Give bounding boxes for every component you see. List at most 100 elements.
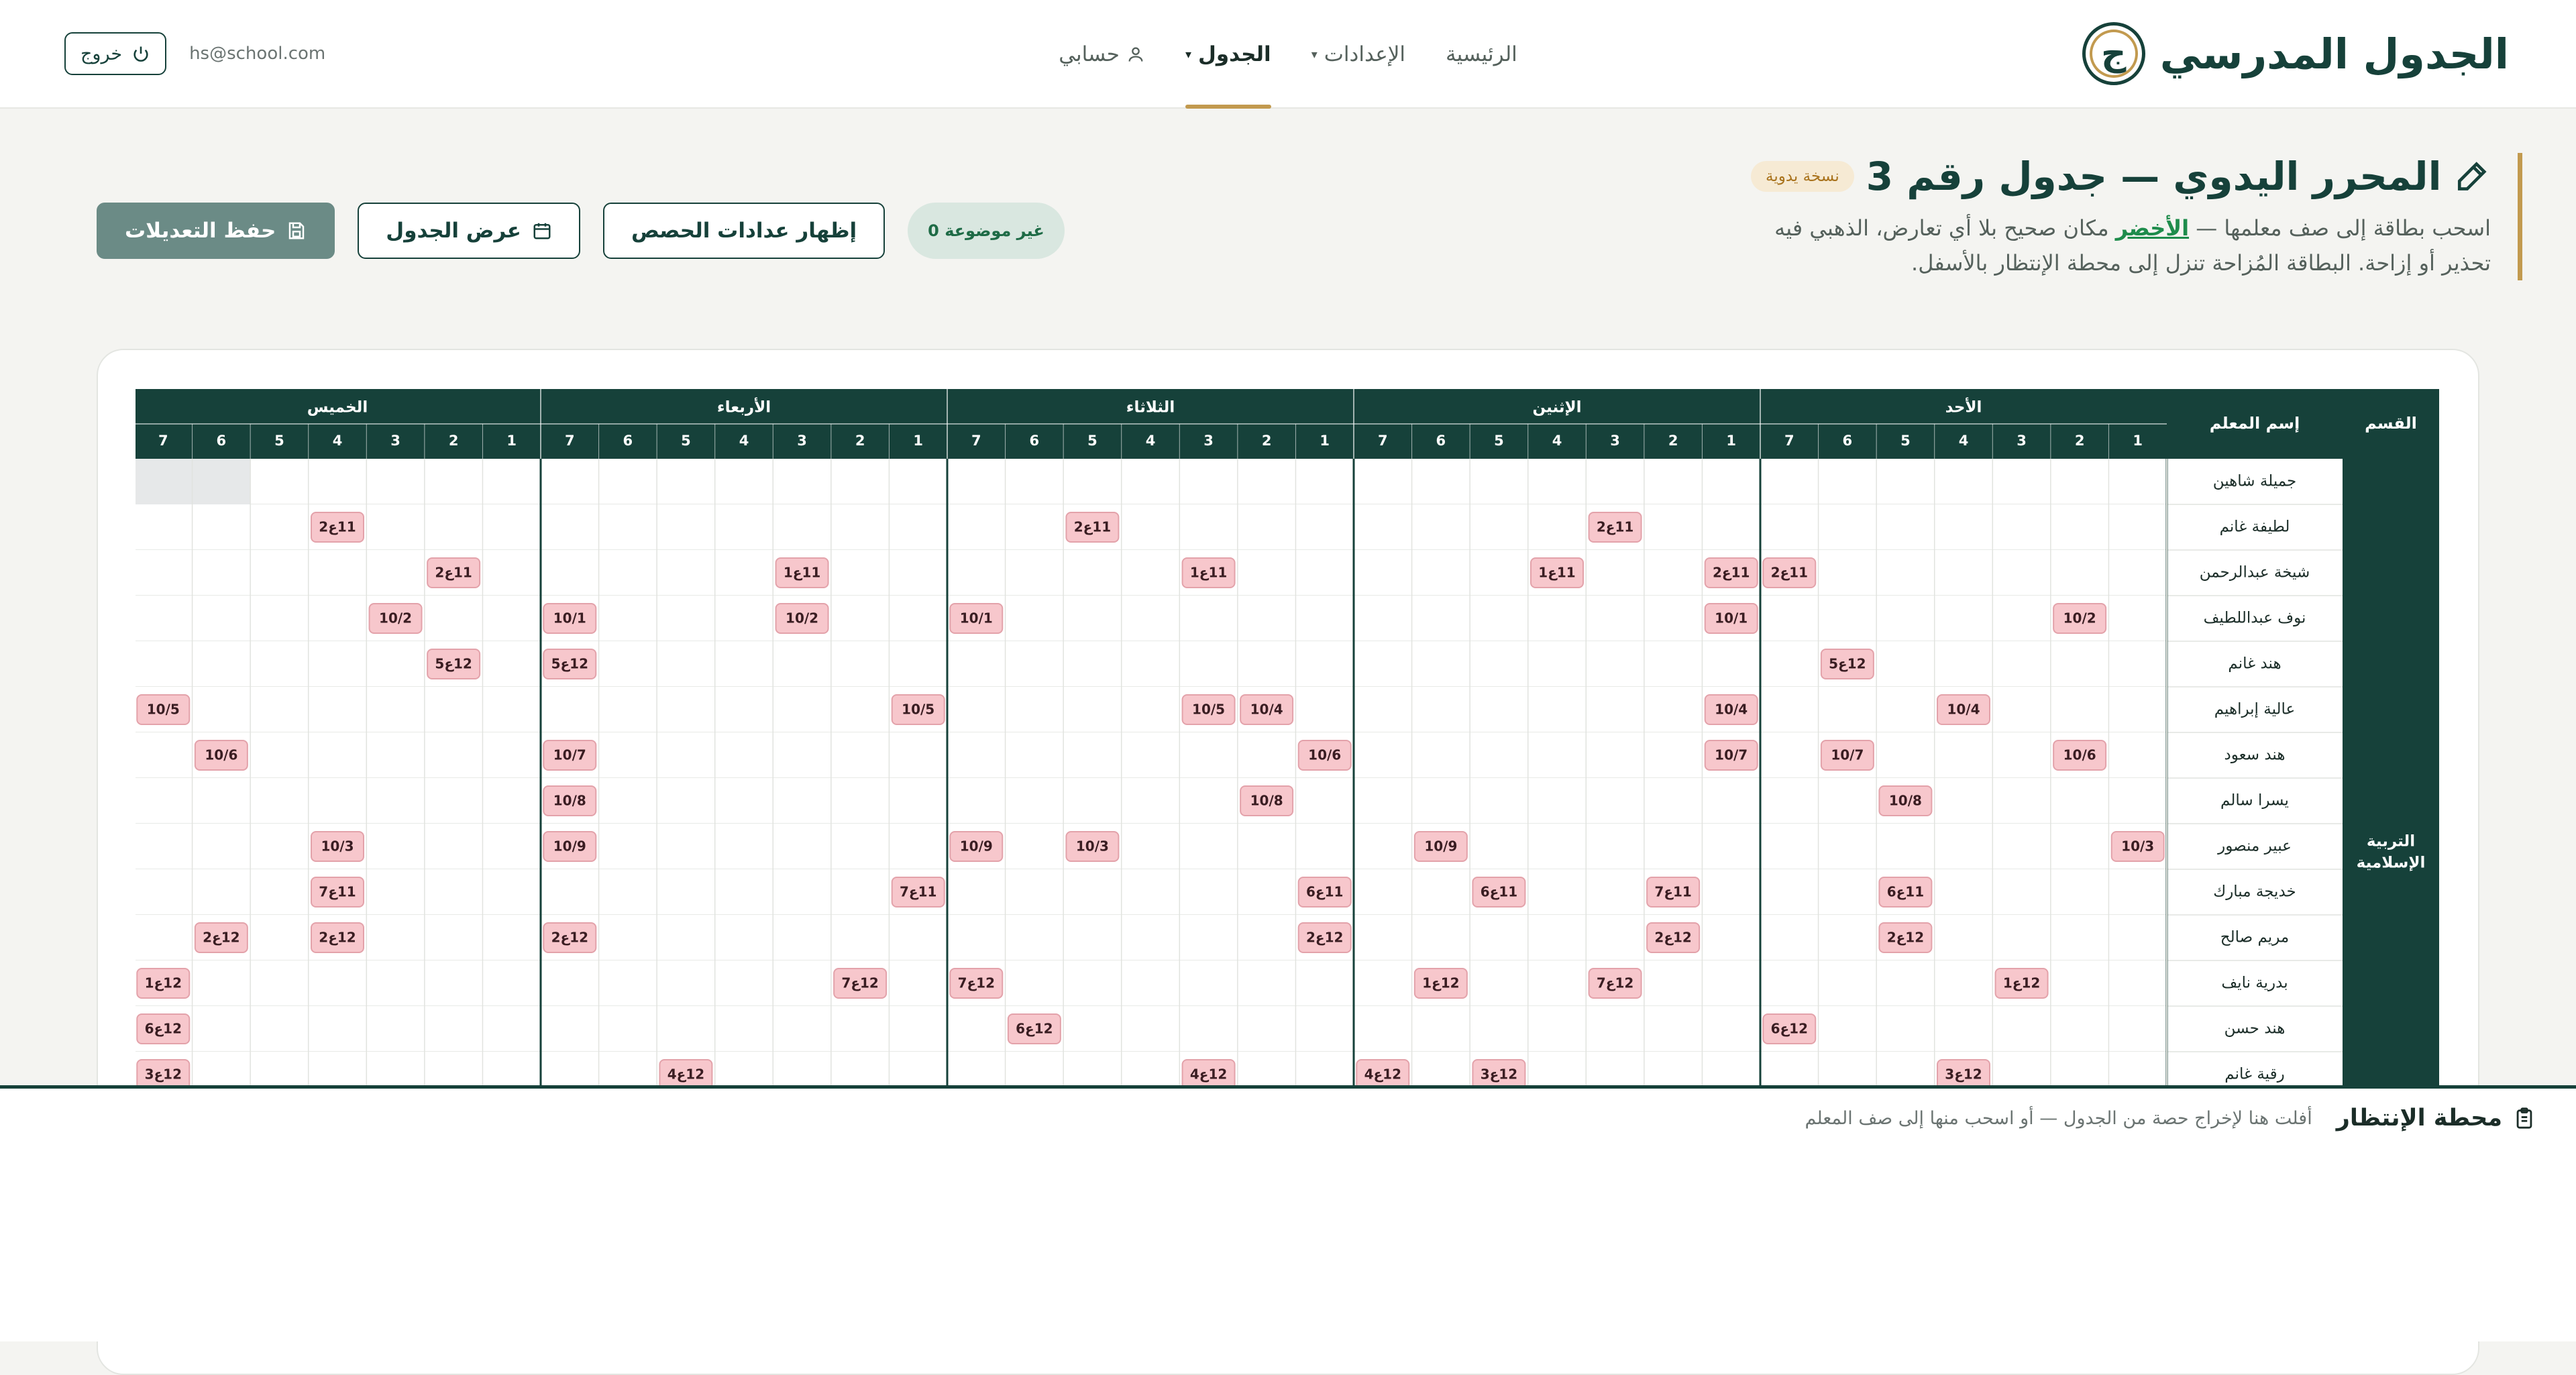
class-card-label: 10/6 (1308, 747, 1341, 763)
teacher-name: لطيفة غانم (2220, 518, 2290, 536)
class-card-label: 12ع4 (1364, 1066, 1401, 1083)
page-title: المحرر اليدوي — جدول رقم 3 (1866, 154, 2442, 199)
period-header: 1 (1726, 433, 1736, 449)
nav-settings[interactable]: الإعدادات ▾ (1311, 0, 1405, 109)
class-card-label: 12ع2 (319, 930, 356, 946)
class-card-label: 12ع3 (145, 1066, 182, 1083)
editor-header: المحرر اليدوي — جدول رقم 3 نسخة يدوية اس… (1751, 153, 2522, 280)
class-card-label: 10/1 (1715, 610, 1748, 626)
class-card-label: 10/5 (147, 702, 180, 718)
department-column (2343, 389, 2439, 1087)
class-card-label: 10/4 (1250, 702, 1283, 718)
class-card-label: 12ع7 (841, 975, 878, 991)
class-card-label: 10/6 (2063, 747, 2096, 763)
day-header: الأحد (1945, 397, 1982, 417)
nav-schedule[interactable]: الجدول ▾ (1185, 0, 1271, 109)
class-card-label: 12ع7 (1597, 975, 1633, 991)
teacher-name: هند سعود (2224, 747, 2286, 764)
power-icon (133, 46, 148, 62)
teacher-name: بدرية نايف (2221, 975, 2288, 992)
table-row (136, 504, 2167, 550)
class-card-label: 11ع2 (435, 565, 472, 581)
teacher-name: رقية غانم (2224, 1066, 2284, 1083)
class-card-label: 12ع7 (958, 975, 995, 991)
waiting-station[interactable]: محطة الإنتظار أفلت هنا لإخراج حصة من الج… (0, 1085, 2576, 1341)
instructions-green-word: الأخضر (2115, 215, 2190, 241)
class-card-label: 10/4 (1947, 702, 1980, 718)
save-icon (289, 222, 305, 239)
pencil-icon (2458, 162, 2487, 190)
app-logo[interactable]: الجدول المدرسي ج (2082, 20, 2509, 87)
logout-button[interactable]: خروج (64, 32, 167, 75)
save-changes-button[interactable]: حفظ التعديلات (97, 203, 335, 259)
class-card-label: 10/5 (1192, 702, 1225, 718)
period-header: 2 (855, 433, 865, 449)
class-card-label: 12ع2 (1654, 930, 1691, 946)
department-name: الإسلامية (2357, 855, 2426, 872)
waiting-station-title: محطة الإنتظار (2336, 1105, 2502, 1132)
period-header: 7 (1784, 433, 1794, 449)
save-changes-label: حفظ التعديلات (125, 219, 276, 243)
period-header: 4 (739, 433, 749, 449)
day-header: الثلاثاء (1126, 399, 1175, 417)
blocked-cell (192, 459, 251, 504)
class-card-label: 10/3 (2121, 838, 2154, 855)
table-row (136, 824, 2167, 869)
class-card-label: 10/1 (960, 610, 993, 626)
instructions-part1: اسحب بطاقة إلى صف معلمها — (2189, 215, 2491, 241)
user-area: خروج hs@school.com (64, 32, 325, 75)
teacher-name: شيخة عبدالرحمن (2200, 564, 2310, 582)
view-schedule-button[interactable]: عرض الجدول (358, 203, 580, 259)
teacher-name: مريم صالح (2220, 929, 2289, 946)
nav-home[interactable]: الرئيسية (1446, 0, 1517, 109)
class-card-label: 10/9 (960, 838, 993, 855)
class-card-label: 11ع6 (1306, 884, 1343, 900)
class-card-label: 12ع6 (145, 1021, 182, 1037)
period-header: 6 (1843, 433, 1853, 449)
action-bar: حفظ التعديلات عرض الجدول إظهار عدادات ال… (97, 203, 1065, 259)
period-header: 6 (623, 433, 633, 449)
day-header: الإثنين (1532, 399, 1581, 417)
class-card-label: 10/7 (1715, 747, 1748, 763)
period-header: 6 (1436, 433, 1446, 449)
class-card-label: 12ع2 (203, 930, 239, 946)
blocked-cell (136, 459, 193, 504)
top-navigation-bar: الجدول المدرسي ج الرئيسية الإعدادات ▾ الج… (0, 0, 2576, 109)
class-card-label: 10/2 (2063, 610, 2096, 626)
day-header: الأربعاء (717, 397, 771, 417)
period-header: 6 (1030, 433, 1040, 449)
logo-letter: ج (2101, 34, 2127, 74)
class-card-label: 10/4 (1715, 702, 1748, 718)
class-card-label: 12ع2 (1887, 930, 1924, 946)
chevron-down-icon: ▾ (1185, 47, 1191, 62)
class-card-label: 12ع5 (1829, 656, 1866, 672)
class-card-label: 10/7 (1831, 747, 1864, 763)
table-row (136, 1052, 2167, 1087)
period-header: 2 (1262, 433, 1272, 449)
period-header: 7 (1378, 433, 1388, 449)
app-logo-text: الجدول المدرسي (2159, 29, 2509, 78)
day-header: الخميس (307, 399, 368, 417)
show-counters-button[interactable]: إظهار عدادات الحصص (602, 203, 885, 259)
teacher-name: يسرا سالم (2220, 792, 2289, 810)
period-header: 3 (2017, 433, 2027, 449)
class-card-label: 11ع1 (784, 565, 820, 581)
teacher-name: خديجة مبارك (2213, 883, 2296, 901)
class-card-label: 11ع7 (900, 884, 936, 900)
period-header: 7 (565, 433, 575, 449)
waiting-station-title-group: محطة الإنتظار (2337, 1105, 2536, 1132)
class-card-label: 11ع7 (319, 884, 356, 900)
teacher-name-header: إسم المعلم (2210, 414, 2300, 433)
version-badge: نسخة يدوية (1751, 161, 1854, 192)
table-row (136, 1006, 2167, 1052)
class-card-label: 11ع6 (1887, 884, 1924, 900)
period-header: 5 (681, 433, 691, 449)
chevron-down-icon: ▾ (1311, 47, 1318, 62)
class-card-label: 12ع3 (1945, 1066, 1982, 1083)
class-card-label: 11ع7 (1654, 884, 1691, 900)
period-header: 1 (506, 433, 517, 449)
class-card-label: 10/3 (1076, 838, 1109, 855)
nav-account[interactable]: حسابي (1059, 0, 1145, 109)
teacher-name: هند غانم (2228, 655, 2281, 673)
class-card-label: 10/7 (553, 747, 586, 763)
